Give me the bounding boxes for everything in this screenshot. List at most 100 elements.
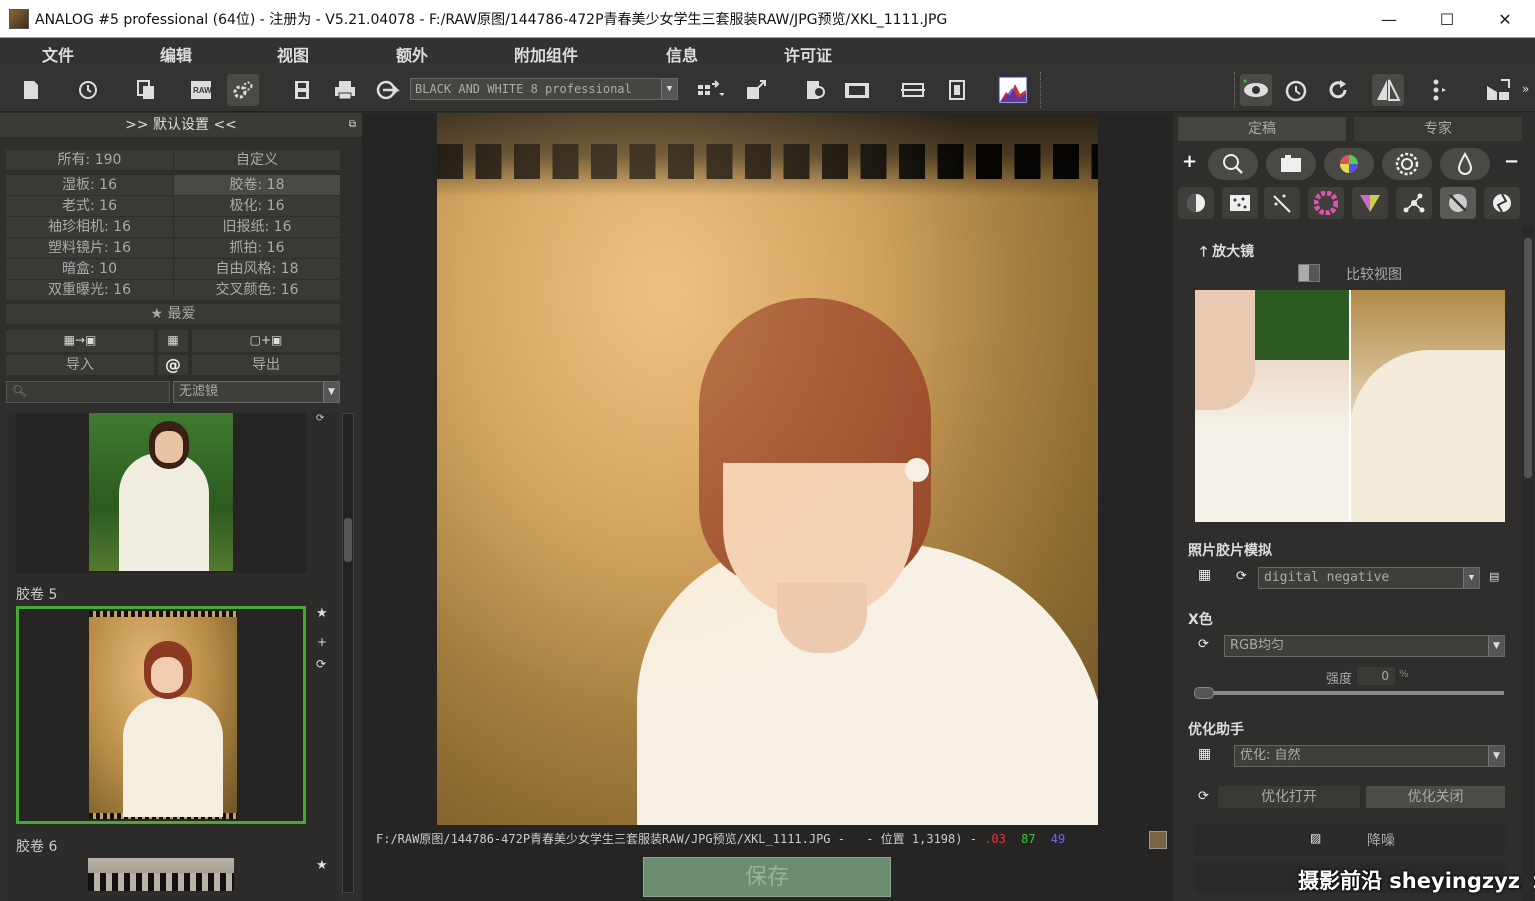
history-icon[interactable] (72, 74, 104, 106)
category-polarized[interactable]: 极化: 16 (174, 196, 340, 216)
main-preview-image[interactable] (437, 113, 1098, 825)
import-grid-icon[interactable]: ▦→▣ (6, 330, 154, 352)
right-panel-scrollbar[interactable] (1522, 226, 1534, 901)
undock-icon[interactable]: ⧉ (349, 113, 356, 137)
optimize-on-button[interactable]: 优化打开 (1218, 786, 1360, 808)
menu-file[interactable]: 文件 (42, 42, 74, 66)
save-icon[interactable] (286, 74, 318, 106)
batch-icon[interactable] (799, 74, 831, 106)
favorite-star-icon-2[interactable]: ★ (316, 858, 328, 873)
category-vintage[interactable]: 老式: 16 (6, 196, 173, 216)
more-options-icon[interactable] (1422, 74, 1454, 106)
category-wet-plate[interactable]: 湿板: 16 (6, 175, 173, 195)
add-module-icon[interactable]: + (1182, 151, 1197, 172)
compare-divider[interactable] (1349, 290, 1351, 522)
strength-slider[interactable] (1194, 687, 1504, 699)
menu-view[interactable]: 视图 (277, 42, 309, 66)
magnifier-module-icon[interactable] (1208, 148, 1258, 180)
favorites-button[interactable]: ★ 最爱 (6, 304, 340, 324)
film-simulation-select[interactable]: digital negative ▼ (1258, 567, 1480, 589)
redo-icon[interactable] (1322, 74, 1354, 106)
favorite-grid-icon[interactable]: ▦ (158, 330, 188, 352)
category-old-newspaper[interactable]: 旧报纸: 16 (174, 217, 340, 237)
filter-select[interactable]: 无滤镜 ▼ (173, 381, 340, 403)
category-all[interactable]: 所有: 190 (6, 150, 173, 170)
film-grid-icon[interactable]: ▦ (1198, 567, 1211, 583)
export-grid-icon[interactable] (741, 74, 773, 106)
menu-info[interactable]: 信息 (666, 42, 698, 66)
optimize-mode-select[interactable]: 优化: 自然 ▼ (1234, 745, 1505, 767)
category-snapshot[interactable]: 抓拍: 16 (174, 238, 340, 258)
toolbar-overflow-icon[interactable]: » (1522, 82, 1529, 96)
tab-expert[interactable]: 专家 (1354, 117, 1522, 141)
thumbnail-selected[interactable] (16, 606, 306, 824)
water-drop-icon[interactable] (1440, 148, 1490, 180)
film-options-icon[interactable]: ▤ (1489, 570, 1499, 583)
history-clock-icon[interactable] (1281, 74, 1313, 106)
save-button[interactable]: 保存 (643, 857, 891, 897)
split-view-icon[interactable] (1372, 74, 1404, 106)
magnifier-preview[interactable] (1195, 290, 1505, 522)
aperture-icon[interactable] (1484, 187, 1520, 219)
noise-reduction-row[interactable]: ▨ 降噪 (1195, 823, 1505, 855)
film-sync-icon[interactable]: ⟳ (1236, 569, 1247, 584)
favorite-star-icon[interactable]: ★ (316, 606, 328, 621)
menu-edit[interactable]: 编辑 (160, 42, 192, 66)
disabled-lens-icon[interactable] (1440, 187, 1476, 219)
menu-addons[interactable]: 附加组件 (514, 42, 578, 66)
scrollbar-thumb[interactable] (344, 518, 352, 562)
info-doc-icon[interactable] (941, 74, 973, 106)
import-button[interactable]: 导入 (6, 355, 154, 375)
vignette-module-icon[interactable] (1382, 148, 1432, 180)
sync-icon[interactable]: ⟳ (316, 657, 326, 671)
optimize-sync-icon[interactable]: ⟳ (1198, 789, 1209, 804)
contrast-circle-icon[interactable] (1178, 187, 1214, 219)
at-button[interactable]: @ (158, 355, 188, 375)
compare-icon[interactable] (897, 74, 929, 106)
category-darkbox[interactable]: 暗盒: 10 (6, 259, 173, 279)
color-ring-icon[interactable] (1308, 187, 1344, 219)
scratch-icon[interactable] (1264, 187, 1300, 219)
collapse-arrow-icon[interactable]: 🡑 (1200, 244, 1207, 260)
tab-finalize[interactable]: 定稿 (1178, 117, 1346, 141)
new-file-icon[interactable] (15, 74, 47, 106)
compare-toggle[interactable] (1298, 264, 1320, 282)
remove-module-icon[interactable]: − (1504, 151, 1519, 172)
category-custom[interactable]: 自定义 (174, 150, 340, 170)
category-plastic-lens[interactable]: 塑料镜片: 16 (6, 238, 173, 258)
print-icon[interactable] (329, 74, 361, 106)
optimize-grid-icon[interactable]: ▦ (1198, 746, 1211, 762)
layout-panel-icon[interactable] (1482, 74, 1514, 106)
strength-slider-handle[interactable] (1194, 687, 1214, 699)
menu-extra[interactable]: 额外 (396, 42, 428, 66)
preset-select[interactable]: BLACK AND WHITE 8 professional ▼ (410, 78, 678, 100)
category-film[interactable]: 胶卷: 18 (174, 175, 340, 195)
minimize-button[interactable]: — (1360, 0, 1418, 38)
color-wheel-icon[interactable] (1324, 148, 1374, 180)
category-pocket-camera[interactable]: 袖珍相机: 16 (6, 217, 173, 237)
prism-icon[interactable] (1352, 187, 1388, 219)
scrollbar-thumb[interactable] (1524, 238, 1532, 478)
share-icon[interactable] (372, 74, 404, 106)
thumbnail-scrollbar[interactable] (342, 413, 354, 893)
thumbnail-next[interactable] (88, 858, 234, 891)
nodes-icon[interactable] (1396, 187, 1432, 219)
grid-arrow-icon[interactable] (694, 74, 726, 106)
menu-license[interactable]: 许可证 (784, 42, 832, 66)
maximize-button[interactable]: ☐ (1418, 0, 1476, 38)
copy-icon[interactable] (130, 74, 162, 106)
color-sync-icon[interactable]: ⟳ (1198, 637, 1209, 652)
search-input[interactable]: 🔍︎ (6, 381, 170, 403)
export-button[interactable]: 导出 (192, 355, 340, 375)
preset-category-header[interactable]: >> 默认设置 << ⧉ (0, 113, 362, 137)
color-mode-select[interactable]: RGB均匀 ▼ (1224, 635, 1505, 657)
film-strip-icon[interactable] (841, 74, 873, 106)
category-freestyle[interactable]: 自由风格: 18 (174, 259, 340, 279)
category-double-exposure[interactable]: 双重曝光: 16 (6, 280, 173, 300)
close-button[interactable]: ✕ (1476, 0, 1534, 38)
add-icon[interactable]: + (317, 635, 327, 649)
category-cross-color[interactable]: 交叉颜色: 16 (174, 280, 340, 300)
grain-icon[interactable] (1222, 187, 1258, 219)
export-grid-icon-left[interactable]: ▢+▣ (192, 330, 340, 352)
strength-input[interactable]: 0 (1357, 667, 1395, 685)
